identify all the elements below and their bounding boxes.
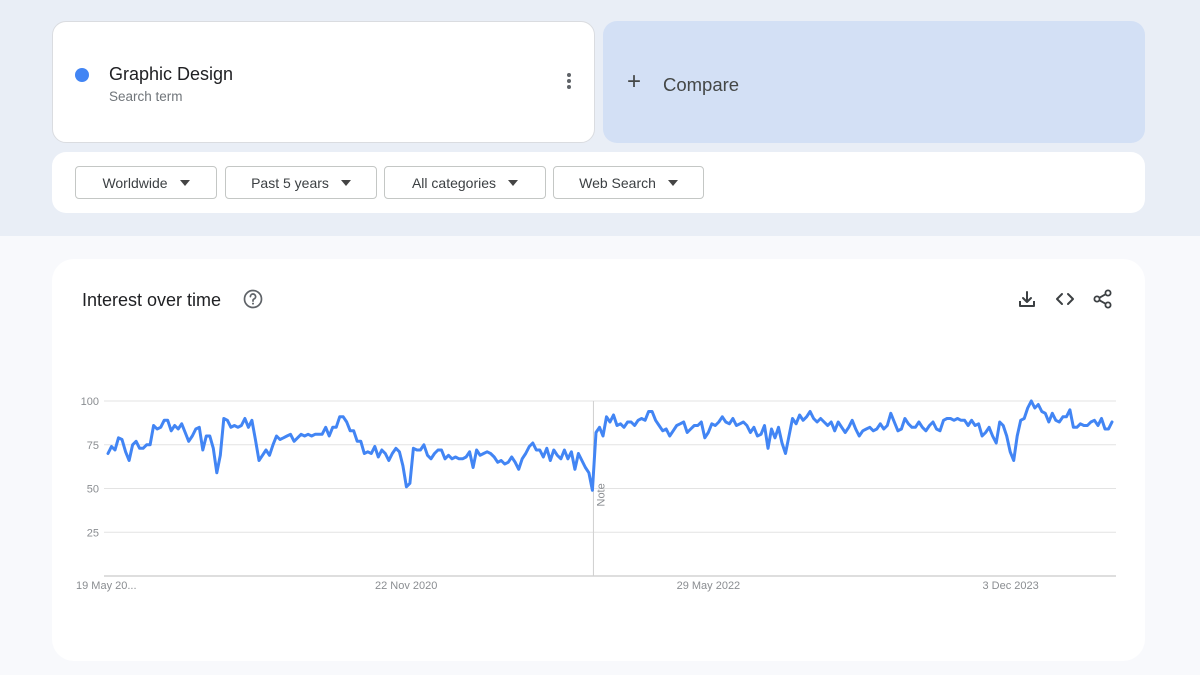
interest-over-time-panel: Interest over time 25 50 75 100 19 May 20...… [52, 259, 1145, 661]
x-tick-label: 19 May 20... [76, 580, 137, 592]
y-tick-label: 50 [87, 484, 99, 496]
filter-location-label: Worldwide [102, 174, 168, 191]
dropdown-arrow-icon [179, 179, 190, 186]
filter-bar: Worldwide Past 5 years All categories We… [52, 152, 1145, 213]
x-tick-label: 29 May 2022 [677, 580, 741, 592]
filter-search-type-label: Web Search [579, 174, 656, 191]
search-term-name[interactable]: Graphic Design [109, 64, 233, 85]
plus-icon: + [627, 68, 642, 95]
series-color-dot [75, 68, 89, 82]
filter-location[interactable]: Worldwide [75, 166, 217, 199]
dropdown-arrow-icon [340, 179, 351, 186]
filter-search-type[interactable]: Web Search [553, 166, 704, 199]
compare-label: Compare [663, 74, 740, 95]
search-term-subtitle: Search term [109, 89, 183, 104]
line-chart: 25 50 75 100 19 May 20... 22 Nov 2020 29 May 2… [76, 396, 1116, 592]
filter-time-range-label: Past 5 years [251, 174, 329, 191]
dropdown-arrow-icon [667, 179, 678, 186]
x-tick-label: 22 Nov 2020 [375, 580, 437, 592]
dropdown-arrow-icon [508, 179, 519, 186]
more-vert-icon[interactable] [559, 73, 579, 95]
x-tick-label: 3 Dec 2023 [982, 580, 1038, 592]
filter-category[interactable]: All categories [384, 166, 546, 199]
y-tick-label: 100 [81, 396, 99, 408]
compare-button[interactable]: + Compare [603, 21, 1145, 143]
y-tick-label: 25 [87, 527, 99, 539]
filter-time-range[interactable]: Past 5 years [225, 166, 377, 199]
series-line [106, 399, 1114, 492]
search-term-card[interactable]: Graphic Design Search term [52, 21, 595, 143]
y-tick-label: 75 [87, 440, 99, 452]
filter-category-label: All categories [411, 174, 497, 191]
note-marker-label: Note [595, 483, 607, 506]
